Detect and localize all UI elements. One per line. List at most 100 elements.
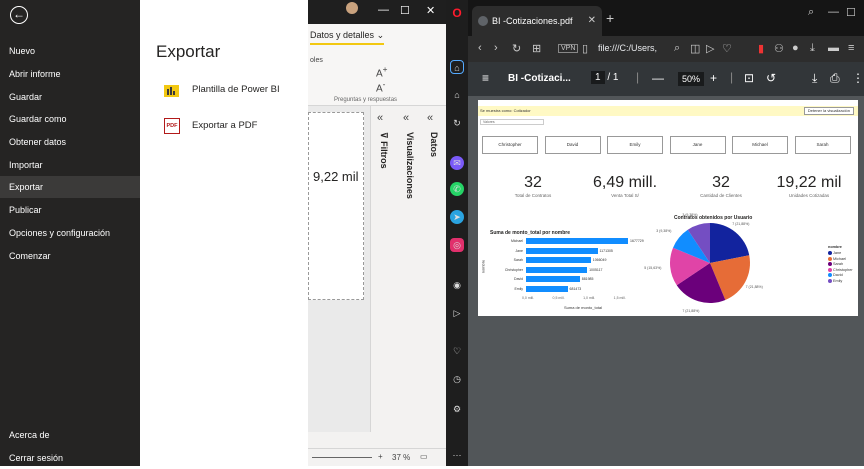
font-size-icon[interactable]: A+ A-	[376, 64, 388, 95]
page-input[interactable]: 1	[591, 71, 605, 84]
legend-item[interactable]: Emily	[828, 278, 842, 283]
back-icon[interactable]: ‹	[478, 42, 482, 54]
print-icon[interactable]: ⎙	[830, 71, 840, 86]
tab-close-icon[interactable]: ✕	[588, 6, 596, 36]
legend-item[interactable]: David	[828, 273, 843, 277]
legend-item[interactable]: Jane	[828, 251, 841, 255]
collapse-visualizations-icon[interactable]: «	[403, 112, 409, 124]
maximize-icon[interactable]: ☐	[400, 4, 410, 17]
more-icon[interactable]: ···	[450, 448, 464, 462]
file-menu-item-acerca-de[interactable]: Acerca de	[0, 424, 140, 446]
address-bar-row: ‹ › ↻ ⊞ VPN ▯ file:///C:/Users, ⌕ ◫ ▷ ♡ …	[468, 36, 864, 62]
adblock-icon[interactable]: ▮	[758, 42, 764, 55]
filters-label: Filtros	[379, 141, 389, 169]
pie-chart	[670, 223, 750, 303]
whatsapp-icon[interactable]: ✆	[450, 182, 464, 196]
zoom-slider[interactable]	[312, 457, 372, 458]
rotate-icon[interactable]: ↺	[766, 71, 776, 85]
fit-page-icon[interactable]: ⊡	[744, 71, 754, 85]
tab-datos-y-detalles[interactable]: Datos y detalles ⌄	[310, 30, 385, 45]
pie-slice-label: 3 (9,38%)	[682, 213, 698, 218]
minimize-icon[interactable]: —	[828, 6, 839, 18]
file-menu-item-abrir-informe[interactable]: Abrir informe	[0, 63, 140, 85]
collapse-data-icon[interactable]: «	[427, 112, 433, 124]
file-menu-item-opciones[interactable]: Opciones y configuración	[0, 222, 140, 244]
file-menu-item-comenzar[interactable]: Comenzar	[0, 245, 140, 267]
zoom-out-icon[interactable]: —	[652, 71, 664, 85]
opera-logo-icon[interactable]: O	[450, 6, 464, 20]
hamburger-menu-icon[interactable]: ≡	[482, 71, 489, 85]
player-icon[interactable]: ◉	[450, 278, 464, 292]
legend-label: David	[833, 273, 843, 277]
file-menu-item-guardar[interactable]: Guardar	[0, 86, 140, 108]
legend-item[interactable]: Sarah	[828, 262, 843, 266]
file-menu-item-obtener-datos[interactable]: Obtener datos	[0, 131, 140, 153]
file-menu-item-publicar[interactable]: Publicar	[0, 199, 140, 221]
ribbon-group-label: Preguntas y respuestas	[334, 97, 398, 103]
zoom-plus-icon[interactable]: +	[378, 452, 383, 461]
tab-label: Datos y detalles	[310, 30, 375, 40]
home-icon[interactable]: ⌂	[450, 60, 464, 74]
back-arrow-icon[interactable]: ←	[10, 6, 28, 24]
reload-icon[interactable]: ↻	[512, 42, 521, 55]
legend-item[interactable]: Michael	[828, 256, 847, 261]
browser-window: O ⌂ ⌂ ↻ ✉ ✆ ➤ ◎ ◉ ▷ ♡ ◷ ⚙ ··· BI -Cotiza…	[446, 0, 864, 466]
legend-label: Jane	[833, 251, 842, 255]
maximize-icon[interactable]: ☐	[846, 6, 856, 19]
profile-icon[interactable]: ●	[792, 42, 799, 54]
zoom-level: 37 %	[392, 453, 411, 462]
extensions-icon[interactable]: ⚇	[774, 42, 784, 55]
report-page-thumbnail[interactable]: 9,22 mil	[308, 112, 364, 300]
telegram-icon[interactable]: ➤	[450, 210, 464, 224]
legend-swatch	[828, 273, 832, 277]
legend-item[interactable]: Christopher	[828, 267, 853, 272]
close-icon[interactable]: ✕	[426, 4, 435, 17]
forward-icon[interactable]: ›	[494, 42, 498, 54]
url-field[interactable]: file:///C:/Users,	[598, 43, 657, 53]
messenger-icon[interactable]: ✉	[450, 156, 464, 170]
battery-icon[interactable]: ▬	[828, 42, 839, 54]
search-icon[interactable]: ⌕	[674, 42, 680, 55]
legend-label: Michael	[833, 256, 847, 261]
menu-icon[interactable]: ≡	[848, 42, 854, 54]
more-options-icon[interactable]: ⋮	[852, 71, 864, 85]
zoom-input[interactable]: 50%	[678, 72, 705, 86]
send-icon[interactable]: ▷	[450, 306, 464, 320]
file-menu-item-guardar-como[interactable]: Guardar como	[0, 108, 140, 130]
play-icon[interactable]: ▷	[706, 42, 714, 55]
file-menu-item-exportar[interactable]: Exportar	[0, 176, 140, 198]
settings-gear-icon[interactable]: ⚙	[450, 402, 464, 416]
file-menu-item-importar[interactable]: Importar	[0, 154, 140, 176]
collapse-filters-icon[interactable]: «	[377, 112, 383, 124]
favorites-icon[interactable]: ♡	[450, 344, 464, 358]
history-icon[interactable]: ◷	[450, 372, 464, 386]
browser-sidebar: O ⌂ ⌂ ↻ ✉ ✆ ➤ ◎ ◉ ▷ ♡ ◷ ⚙ ···	[446, 0, 468, 466]
minimize-icon[interactable]: —	[378, 4, 389, 16]
filter-icon: ⊽	[379, 132, 389, 142]
search-icon[interactable]: ⌕	[808, 6, 814, 19]
zoom-in-icon[interactable]: +	[710, 71, 717, 85]
new-tab-icon[interactable]: +	[606, 10, 614, 26]
avatar[interactable]	[346, 2, 358, 14]
instagram-icon[interactable]: ◎	[450, 238, 464, 252]
ai-icon[interactable]: ↻	[450, 116, 464, 130]
tabs-grid-icon[interactable]: ⊞	[532, 42, 541, 55]
download-icon[interactable]: ⤓	[812, 71, 817, 86]
file-menu-item-nuevo[interactable]: Nuevo	[0, 40, 140, 62]
data-pane-label[interactable]: Datos	[429, 132, 439, 157]
powerbi-template-icon	[164, 85, 179, 97]
snapshot-icon[interactable]: ◫	[690, 42, 700, 55]
pdf-viewer[interactable]: Se muestra como: Cotizador Detener la vi…	[468, 96, 864, 466]
vpn-badge[interactable]: VPN	[558, 44, 579, 53]
speed-dial-icon[interactable]: ⌂	[450, 88, 464, 102]
tab-pdf[interactable]: BI -Cotizaciones.pdf ✕	[472, 6, 602, 36]
report-canvas[interactable]: 9,22 mil	[308, 106, 370, 432]
tab-title: BI -Cotizaciones.pdf	[492, 16, 573, 26]
visualizations-pane-label[interactable]: Visualizaciones	[405, 132, 415, 199]
heart-icon[interactable]: ♡	[722, 42, 732, 55]
chevron-down-icon: ⌄	[376, 30, 385, 40]
filters-pane-label[interactable]: ⊽ Filtros	[379, 132, 389, 169]
fit-page-icon[interactable]: ▭	[420, 452, 428, 461]
download-icon[interactable]: ⤓	[810, 42, 815, 55]
export-pane: Exportar Plantilla de Power BI PDF Expor…	[140, 0, 308, 466]
